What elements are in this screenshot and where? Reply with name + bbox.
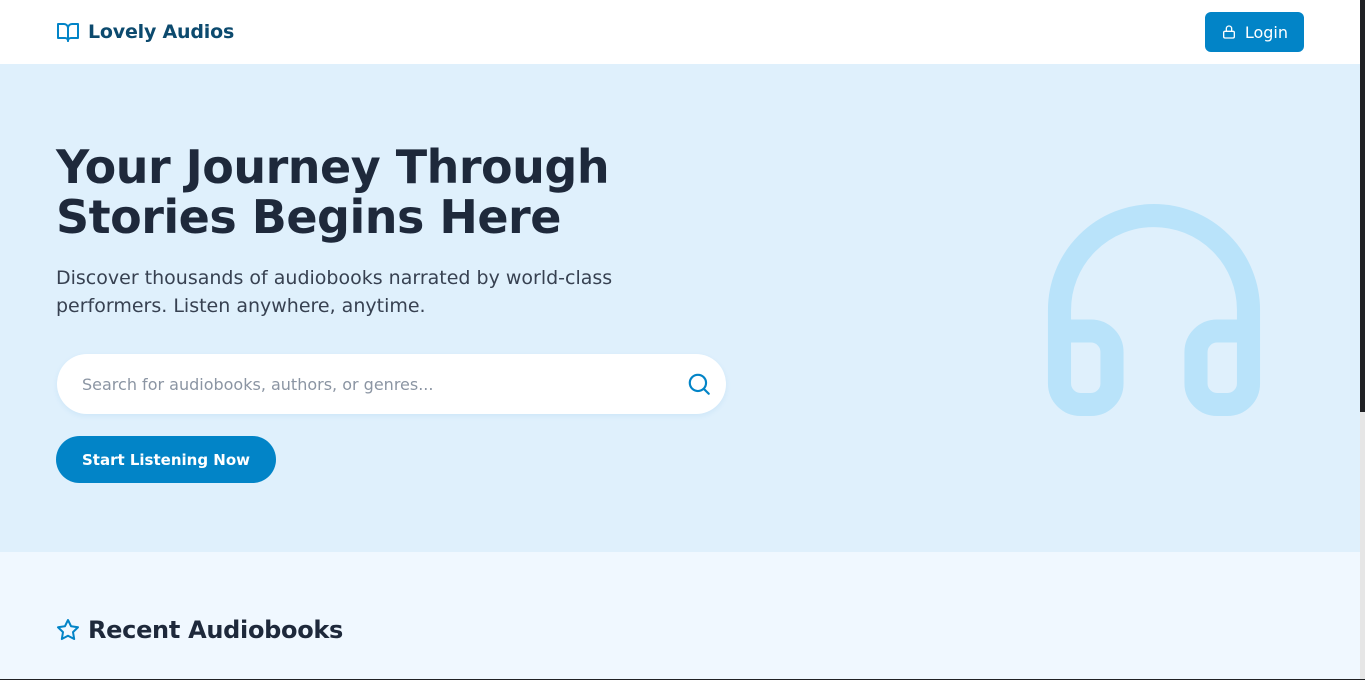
start-listening-button[interactable]: Start Listening Now	[56, 436, 276, 483]
headphones-icon	[1028, 184, 1280, 436]
login-label: Login	[1244, 22, 1288, 42]
hero-title-line-1: Your Journey Through	[56, 140, 610, 194]
top-navbar: Lovely Audios Login	[0, 0, 1360, 64]
hero-title: Your Journey Through Stories Begins Here	[56, 142, 676, 242]
search-icon[interactable]	[686, 371, 712, 397]
search-bar	[57, 354, 726, 414]
brand-name: Lovely Audios	[88, 21, 235, 43]
brand-link[interactable]: Lovely Audios	[56, 20, 234, 44]
section-title: Recent Audiobooks	[88, 616, 344, 644]
page-scrollbar[interactable]	[1360, 0, 1365, 680]
hero-subtitle-line-2: performers. Listen anywhere, anytime.	[56, 295, 426, 317]
recent-audiobooks-heading: Recent Audiobooks	[56, 616, 343, 644]
login-button[interactable]: Login	[1204, 12, 1304, 52]
hero-subtitle-line-1: Discover thousands of audiobooks narrate…	[56, 267, 613, 289]
hero-subtitle: Discover thousands of audiobooks narrate…	[56, 264, 676, 320]
scrollbar-thumb[interactable]	[1360, 0, 1365, 412]
star-icon	[56, 618, 80, 642]
hero-title-line-2: Stories Begins Here	[56, 190, 561, 244]
lock-icon	[1221, 24, 1237, 40]
search-input[interactable]	[82, 374, 686, 394]
hero-section: Your Journey Through Stories Begins Here…	[0, 64, 1360, 552]
book-open-icon	[56, 20, 80, 44]
